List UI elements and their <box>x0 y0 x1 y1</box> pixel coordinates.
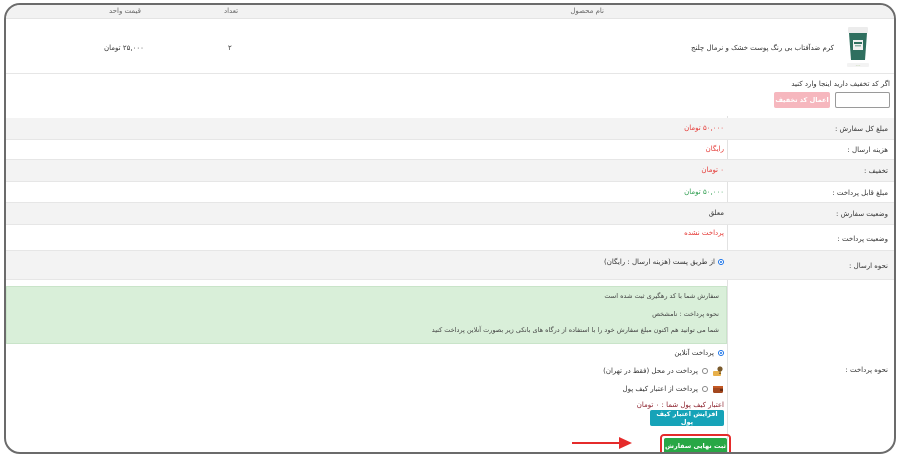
order-status-value: معلق <box>708 209 724 217</box>
summary-row-payment-status: وضعیت پرداخت : پرداخت نشده <box>6 225 894 251</box>
payment-option-online[interactable]: پرداخت آنلاین <box>674 349 724 357</box>
shipping-option-label: از طریق پست (هزینه ارسال : رایگان) <box>604 258 715 266</box>
cod-pin-icon <box>713 366 723 376</box>
shipping-option-post[interactable]: از طریق پست (هزینه ارسال : رایگان) <box>604 258 724 266</box>
payment-option-cod[interactable]: پرداخت در محل (فقط در تهران) <box>603 367 708 375</box>
radio-cod[interactable] <box>702 368 708 374</box>
online-payment-label: پرداخت آنلاین <box>674 349 714 357</box>
product-quantity: ۲ <box>228 44 232 52</box>
discount-value: ۰ تومان <box>701 166 724 174</box>
order-status-label: وضعیت سفارش : <box>836 210 888 218</box>
header-quantity: تعداد <box>224 7 239 15</box>
product-name-link[interactable]: کرم ضدآفتاب بی رنگ پوست خشک و نرمال چلنج <box>691 44 834 52</box>
payment-method-label: نحوه پرداخت : <box>845 366 888 374</box>
total-value: ۵۰,۰۰۰ تومان <box>684 124 724 132</box>
arrow-right-icon <box>572 437 632 449</box>
product-thumbnail[interactable]: ~~ <box>844 26 872 70</box>
summary-row-discount: تخفیف : ۰ تومان <box>6 160 894 182</box>
product-table-header: نام محصول تعداد قیمت واحد <box>6 5 894 19</box>
wallet-icon <box>713 386 723 393</box>
summary-row-shipping: هزینه ارسال : رایگان <box>6 140 894 160</box>
payment-status-value: پرداخت نشده <box>684 229 724 237</box>
wallet-balance: اعتبار کیف پول شما : ۰ تومان <box>636 401 724 409</box>
coupon-code-input[interactable] <box>835 92 890 108</box>
radio-wallet[interactable] <box>702 386 708 392</box>
window-frame: نام محصول تعداد قیمت واحد ~~ کرم ضدآفتاب… <box>4 3 896 454</box>
submit-highlight-box: ثبت نهایی سفارش <box>660 434 731 452</box>
payable-value: ۵۰,۰۰۰ تومان <box>684 188 724 196</box>
alert-line-instructions: شما می توانید هم اکنون مبلغ سفارش خود را… <box>431 326 719 334</box>
table-row: ~~ کرم ضدآفتاب بی رنگ پوست خشک و نرمال چ… <box>6 20 894 74</box>
payable-label: مبلغ قابل پرداخت : <box>832 189 888 197</box>
total-label: مبلغ کل سفارش : <box>834 125 888 133</box>
product-unit-price: ۲۵,۰۰۰ تومان <box>104 44 144 52</box>
order-registered-alert: سفارش شما با کد رهگیری ثبت شده است نحوه … <box>6 286 727 344</box>
coupon-prompt: اگر کد تخفیف دارید اینجا وارد کنید <box>791 80 890 88</box>
alert-line-method: نحوه پرداخت : نامشخص <box>652 310 719 318</box>
header-product-name: نام محصول <box>570 7 604 15</box>
payment-option-wallet[interactable]: پرداخت از اعتبار کیف پول <box>622 385 708 393</box>
summary-row-total: مبلغ کل سفارش : ۵۰,۰۰۰ تومان <box>6 118 894 140</box>
header-unit-price: قیمت واحد <box>109 7 141 15</box>
payment-status-label: وضعیت پرداخت : <box>837 235 888 243</box>
apply-coupon-button[interactable]: اعمال کد تخفیف <box>774 92 830 108</box>
alert-line-tracking: سفارش شما با کد رهگیری ثبت شده است <box>604 292 719 300</box>
checkout-page: نام محصول تعداد قیمت واحد ~~ کرم ضدآفتاب… <box>6 5 894 452</box>
shipping-method-label: نحوه ارسال : <box>849 262 888 270</box>
increase-wallet-button[interactable]: افزایش اعتبار کیف پول <box>650 410 724 426</box>
shipping-cost-value: رایگان <box>705 145 724 153</box>
radio-online[interactable] <box>718 350 724 356</box>
summary-row-order-status: وضعیت سفارش : معلق <box>6 203 894 225</box>
summary-row-shipping-method: نحوه ارسال : <box>6 251 894 280</box>
discount-label: تخفیف : <box>864 167 888 175</box>
wallet-payment-label: پرداخت از اعتبار کیف پول <box>622 385 699 393</box>
shipping-cost-label: هزینه ارسال : <box>847 146 888 154</box>
final-submit-order-button[interactable]: ثبت نهایی سفارش <box>664 438 727 452</box>
cod-payment-label: پرداخت در محل (فقط در تهران) <box>603 367 698 375</box>
svg-text:~~: ~~ <box>855 64 861 68</box>
summary-row-payable: مبلغ قابل پرداخت : ۵۰,۰۰۰ تومان <box>6 182 894 203</box>
radio-post[interactable] <box>718 259 724 265</box>
